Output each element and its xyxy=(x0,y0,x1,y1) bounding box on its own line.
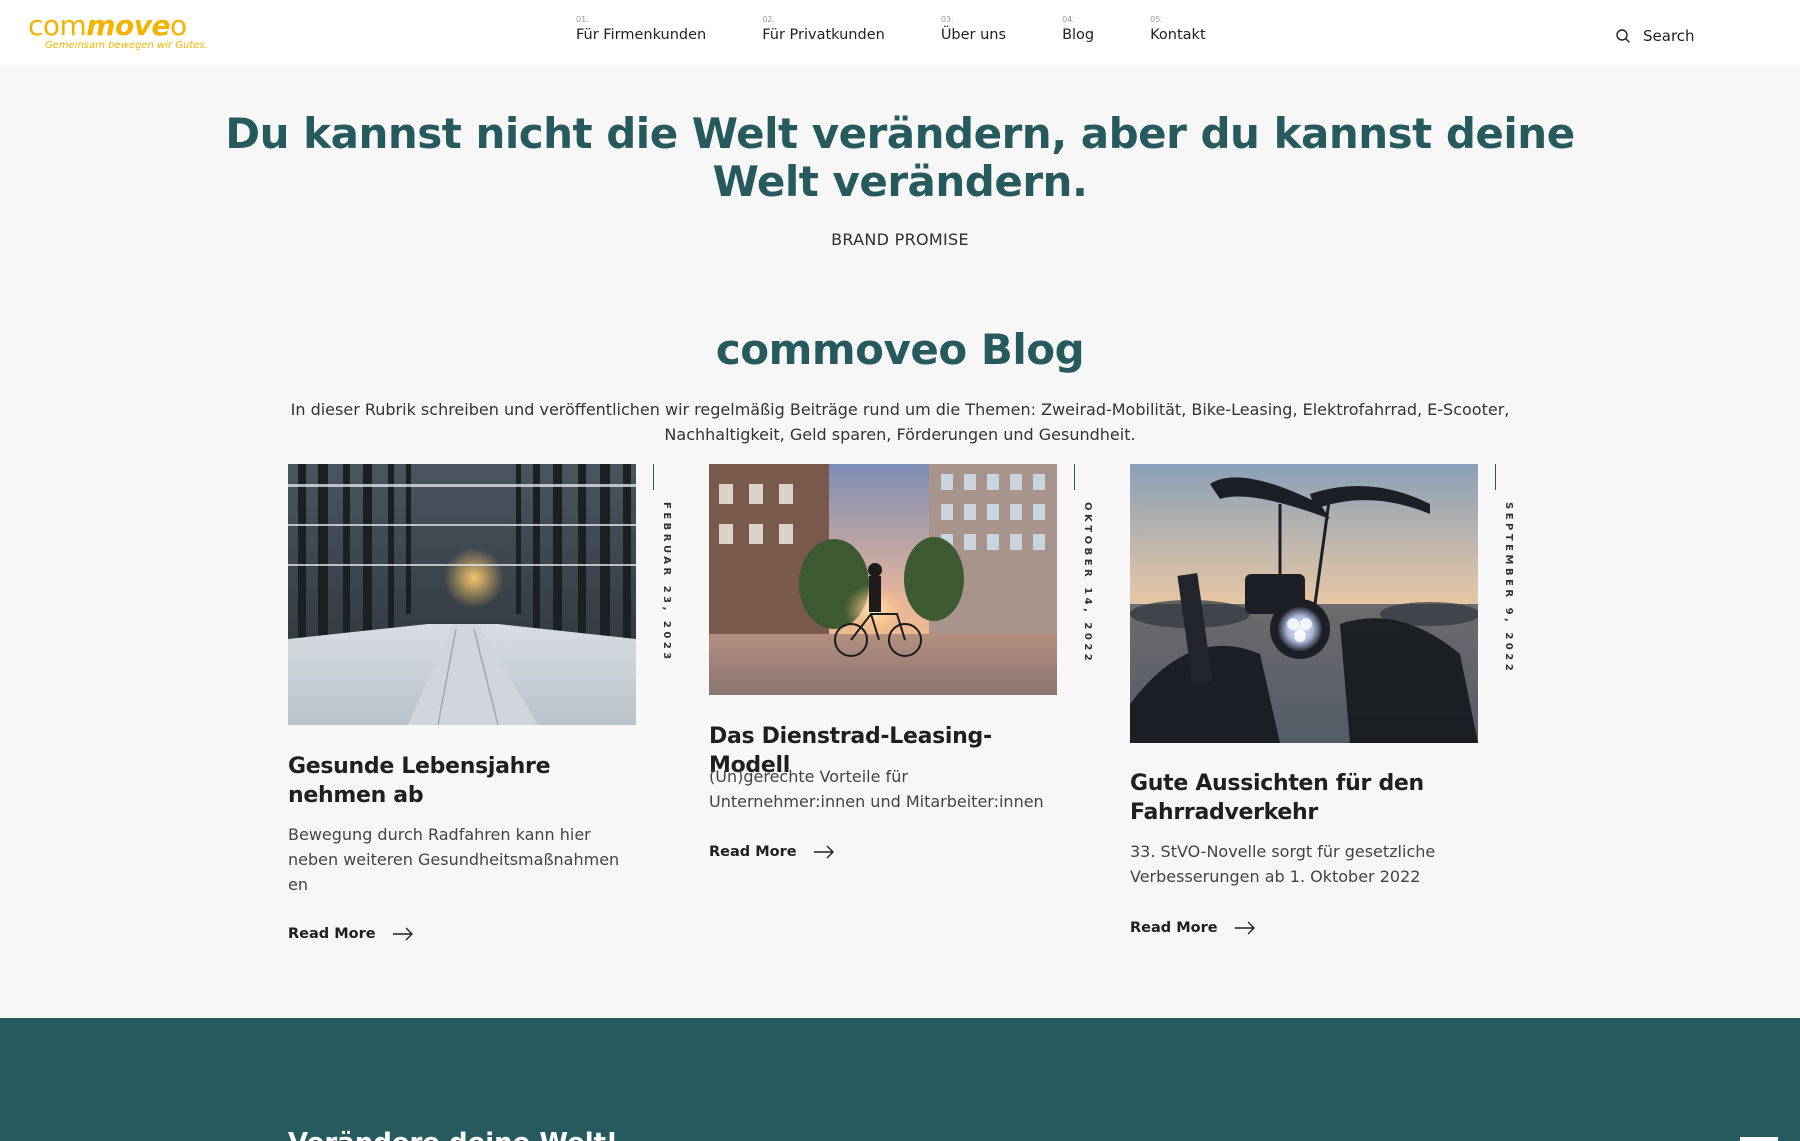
site-header: commoveo Gemeinsam bewegen wir Gutes. 01… xyxy=(0,0,1800,65)
nav-number: 02. xyxy=(762,15,775,24)
read-more-link[interactable]: Read More xyxy=(709,844,835,860)
post-excerpt: (Un)gerechte Vorteile für Unternehmer:in… xyxy=(709,767,1044,811)
footer-button[interactable] xyxy=(1740,1137,1778,1141)
search-icon xyxy=(1616,29,1630,43)
footer-heading: Verändere deine Welt! xyxy=(288,1128,618,1141)
read-more-label: Read More xyxy=(288,926,376,942)
read-more-link[interactable]: Read More xyxy=(1130,920,1256,936)
blog-intro: In dieser Rubrik schreiben und veröffent… xyxy=(290,400,1510,444)
arrow-right-icon xyxy=(1234,921,1255,935)
date-divider xyxy=(653,464,654,490)
nav-number: 05. xyxy=(1150,15,1163,24)
post-excerpt: 33. StVO-Novelle sorgt für gesetzliche V… xyxy=(1130,842,1436,886)
cyclist-city-image[interactable] xyxy=(709,464,1057,695)
nav-label: Über uns xyxy=(940,27,1007,43)
nav-item-firmenkunden[interactable]: 01. Für Firmenkunden xyxy=(576,15,706,45)
nav-number: 01. xyxy=(576,15,589,24)
snowy-forest-image[interactable] xyxy=(288,464,636,725)
nav-item-ueber-uns[interactable]: 03. Über uns xyxy=(941,15,1006,45)
ebike-headlight-image[interactable] xyxy=(1130,464,1478,743)
main-nav: 01. Für Firmenkunden 02. Für Privatkunde… xyxy=(576,15,1262,45)
logo[interactable]: commoveo Gemeinsam bewegen wir Gutes. xyxy=(28,9,208,52)
logo-tagline: Gemeinsam bewegen wir Gutes. xyxy=(45,40,208,51)
nav-label: Für Firmenkunden xyxy=(576,27,707,43)
nav-item-privatkunden[interactable]: 02. Für Privatkunden xyxy=(762,15,885,45)
read-more-label: Read More xyxy=(1130,920,1218,936)
post-date: FEBRUAR 23, 2023 xyxy=(661,502,672,663)
arrow-right-icon xyxy=(813,845,834,859)
search-label: Search xyxy=(1643,27,1695,45)
post-excerpt: Bewegung durch Radfahren kann hier neben… xyxy=(288,825,620,894)
search-button[interactable]: Search xyxy=(1615,27,1695,45)
nav-label: Blog xyxy=(1062,27,1095,43)
blog-title: commoveo Blog xyxy=(715,325,1085,374)
date-divider xyxy=(1074,464,1075,490)
logo-wordmark: commoveo xyxy=(28,9,187,42)
nav-label: Für Privatkunden xyxy=(762,27,885,43)
post-title[interactable]: Gesunde Lebensjahre nehmen ab xyxy=(288,752,636,810)
read-more-label: Read More xyxy=(709,844,797,860)
hero-title: Du kannst nicht die Welt verändern, aber… xyxy=(225,109,1575,206)
nav-number: 03. xyxy=(940,15,954,24)
nav-number: 04. xyxy=(1062,15,1075,24)
nav-label: Kontakt xyxy=(1150,27,1206,43)
post-date: OKTOBER 14, 2022 xyxy=(1082,502,1093,665)
post-date: SEPTEMBER 9, 2022 xyxy=(1503,502,1514,675)
nav-item-blog[interactable]: 04. Blog xyxy=(1062,15,1094,45)
read-more-link[interactable]: Read More xyxy=(288,926,414,942)
arrow-right-icon xyxy=(392,927,413,941)
post-title[interactable]: Gute Aussichten für den Fahrradverkehr xyxy=(1130,769,1478,827)
nav-item-kontakt[interactable]: 05. Kontakt xyxy=(1150,15,1206,45)
site-footer: Verändere deine Welt! xyxy=(0,1018,1800,1141)
date-divider xyxy=(1495,464,1496,490)
hero-subtitle: BRAND PROMISE xyxy=(831,230,969,249)
